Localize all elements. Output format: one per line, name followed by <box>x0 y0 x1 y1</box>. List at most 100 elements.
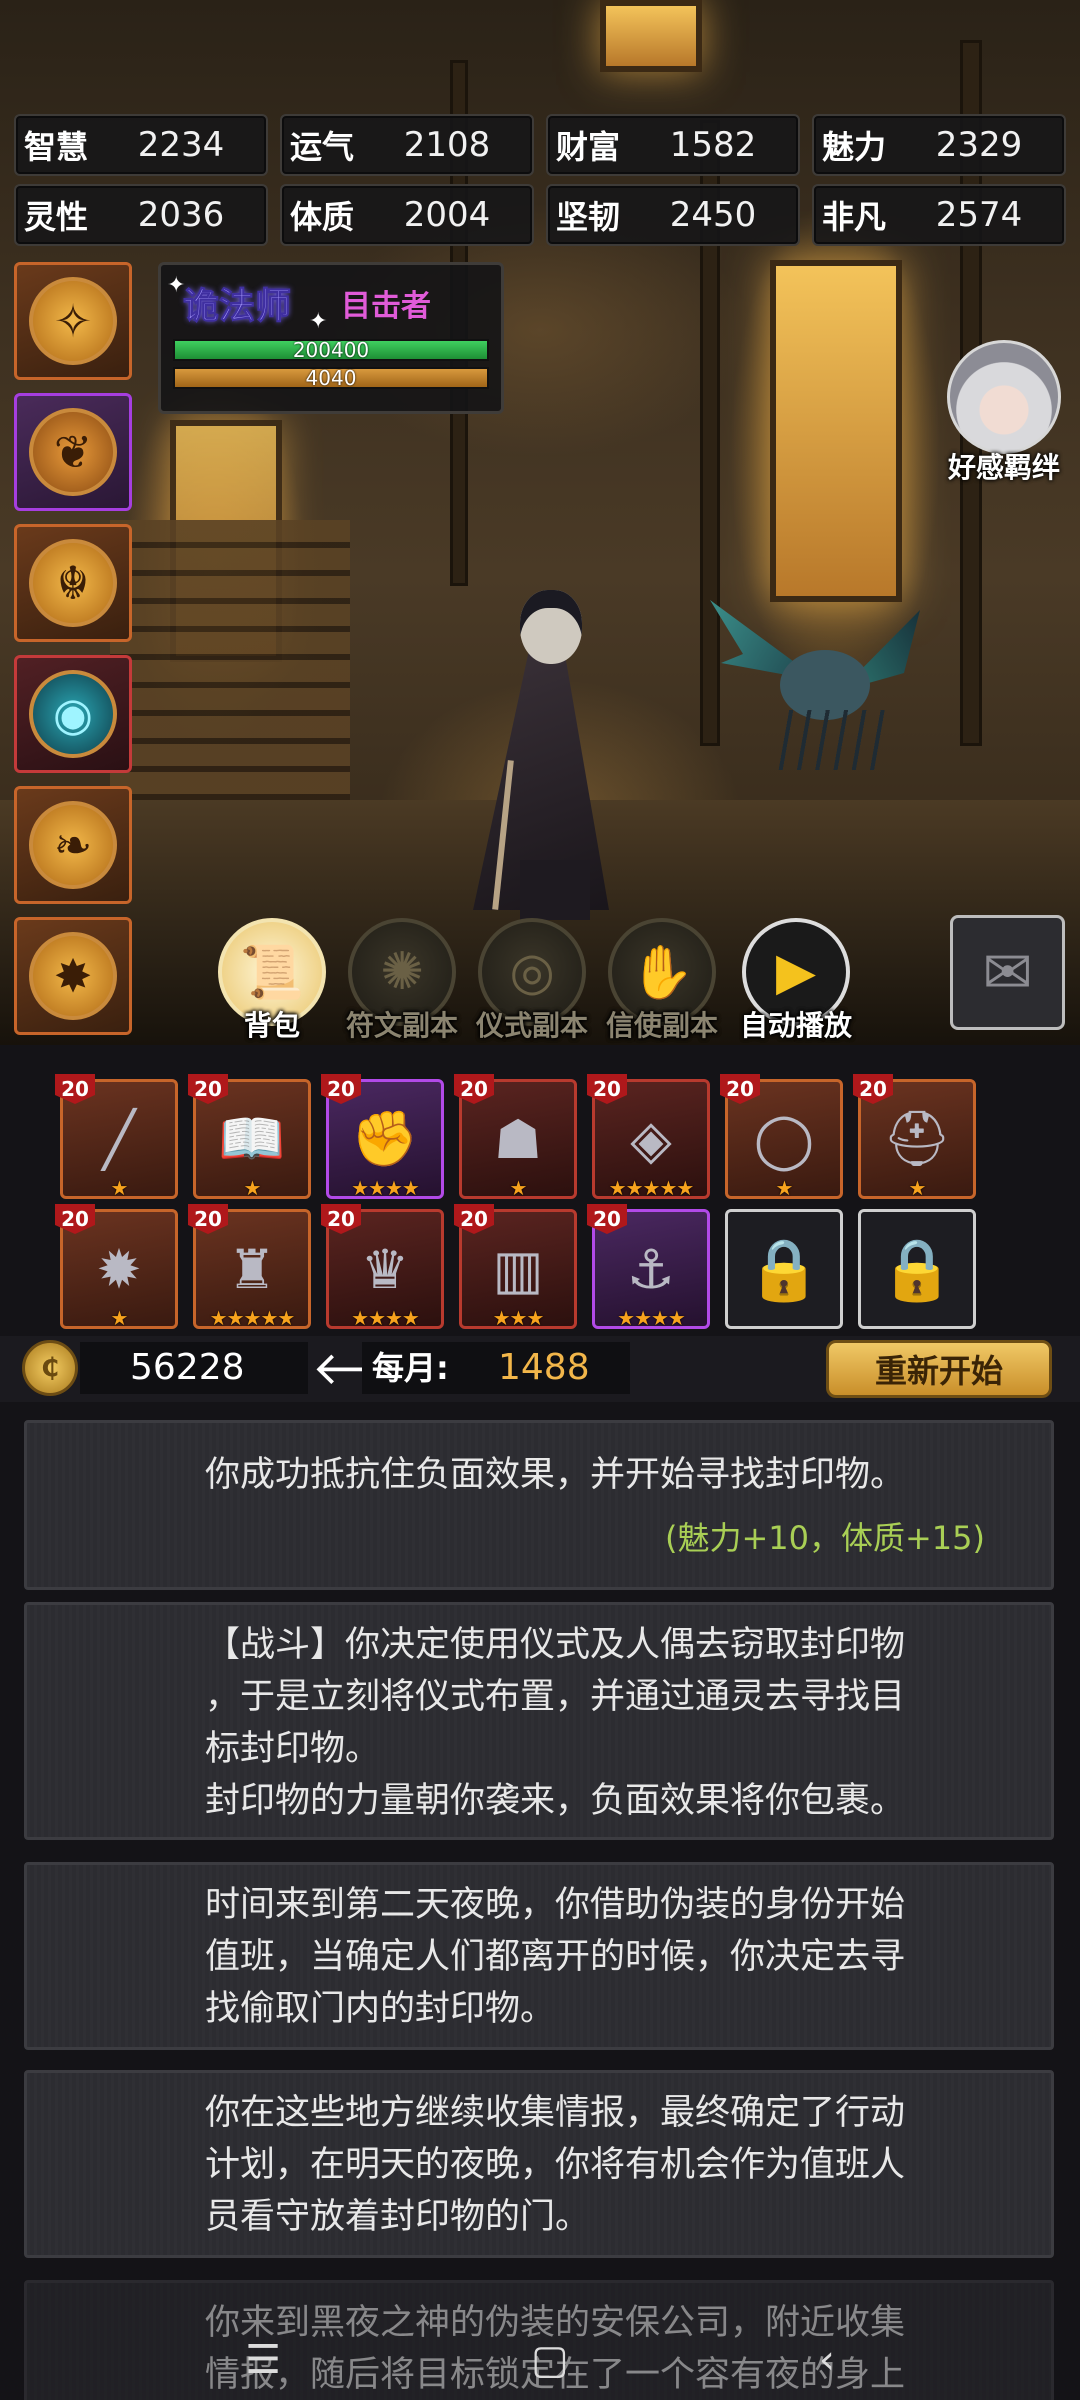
monthly-income: 每月: 1488 <box>362 1342 630 1394</box>
skill-slot[interactable]: ◉ <box>14 655 132 773</box>
helmet-icon: ⛑ <box>882 1107 952 1170</box>
lock-icon: 🔒 <box>746 1234 822 1305</box>
mask-icon: ☗ <box>493 1107 543 1171</box>
action-button[interactable]: 📜 背包 <box>212 918 332 1044</box>
staff-icon: ╱ <box>102 1107 136 1171</box>
inventory-slot[interactable]: ⚓ 20 ★★★★ <box>587 1204 710 1330</box>
item-stars: ★★★★ <box>351 1176 420 1200</box>
stat-value: 2329 <box>935 125 1023 165</box>
stat-box: 运气 2108 <box>280 114 534 176</box>
inventory-slot[interactable]: ☗ 20 ★ <box>454 1074 577 1200</box>
event-log[interactable]: 你成功抵抗住负面效果，并开始寻找封印物。 (魅力+10，体质+15) 【战斗】你决定… <box>0 1402 1080 2400</box>
log-entry: 时间来到第二天夜晚，你借助伪装的身份开始 值班，当确定人们都离开的时候，你决定去… <box>24 1862 1054 2050</box>
affinity-button[interactable]: 好感羁绊 <box>944 340 1064 486</box>
rune-plate-icon: ◈ <box>630 1107 672 1171</box>
log-text: 【战斗】你决定使用仪式及人偶去窃取封印物 ，于是立刻将仪式布置，并通过通灵去寻找… <box>205 1625 906 1821</box>
inventory-slot[interactable]: 📖 20 ★ <box>188 1074 311 1200</box>
item-stars: ★★★ <box>492 1306 545 1330</box>
action-button[interactable]: ✺ 符文副本 <box>342 918 462 1044</box>
stat-label: 灵性 <box>23 198 88 236</box>
book-icon: 📖 <box>218 1107 286 1170</box>
tree-icon: ❦ <box>29 408 117 496</box>
action-label: 仪式副本 <box>475 1009 588 1042</box>
inventory-slot[interactable]: ♜ 20 ★★★★★ <box>188 1204 311 1330</box>
inventory-slot[interactable]: 🔒 <box>858 1209 976 1329</box>
golem-icon: ♜ <box>227 1237 277 1301</box>
stat-value: 1582 <box>669 125 757 165</box>
item-level-badge: 20 <box>55 1074 95 1104</box>
stat-box: 非凡 2574 <box>812 184 1066 246</box>
item-stars: ★ <box>908 1176 927 1200</box>
tome-icon: ▥ <box>492 1237 544 1301</box>
item-level-badge: 20 <box>188 1204 228 1234</box>
stat-label: 体质 <box>289 198 354 236</box>
stat-label: 魅力 <box>821 128 886 166</box>
gauntlet-icon: ✊ <box>351 1107 419 1170</box>
stat-label: 智慧 <box>23 128 88 166</box>
inventory-slot[interactable]: ▥ 20 ★★★ <box>454 1204 577 1330</box>
item-level-badge: 20 <box>853 1074 893 1104</box>
stat-label: 运气 <box>289 128 354 166</box>
star-rose-icon: ✸ <box>29 932 117 1020</box>
inventory-grid: ╱ 20 ★ 📖 20 ★ ✊ 20 ★★★★ ☗ 20 ★ ◈ 20 ★★★★★ ◯ 20 ★ ⛑ 20 ★ ✹ 20 ★ ♜… <box>0 1045 1080 1335</box>
action-label: 背包 <box>243 1009 300 1042</box>
skill-slot[interactable]: ✧ <box>14 262 132 380</box>
skill-slot[interactable]: ❧ <box>14 786 132 904</box>
stat-label: 财富 <box>555 128 620 166</box>
action-label: 自动播放 <box>739 1009 852 1042</box>
stat-box: 体质 2004 <box>280 184 534 246</box>
log-text: 你成功抵抗住负面效果，并开始寻找封印物。 <box>205 1455 906 1495</box>
stat-box: 坚韧 2450 <box>546 184 800 246</box>
item-stars: ★ <box>775 1176 794 1200</box>
hook-icon: ⚓ <box>626 1237 676 1301</box>
job-name: 诡法师 <box>182 285 292 328</box>
inventory-slot[interactable]: 🔒 <box>725 1209 843 1329</box>
action-label: 符文副本 <box>345 1009 458 1042</box>
inventory-slot[interactable]: ♛ 20 ★★★★ <box>321 1204 444 1330</box>
item-level-badge: 20 <box>321 1204 361 1234</box>
gold-amount: 56228 <box>80 1342 308 1394</box>
stat-box: 灵性 2036 <box>14 184 268 246</box>
item-stars: ★ <box>243 1176 262 1200</box>
item-stars: ★★★★★ <box>209 1306 296 1330</box>
inventory-slot[interactable]: ✹ 20 ★ <box>55 1204 178 1330</box>
action-button[interactable]: ◎ 仪式副本 <box>472 918 592 1044</box>
item-stars: ★ <box>110 1176 129 1200</box>
window-light <box>600 0 702 72</box>
mail-button[interactable]: ✉ <box>950 915 1065 1030</box>
skill-slot[interactable]: ☬ <box>14 524 132 642</box>
item-level-badge: 20 <box>454 1204 494 1234</box>
action-button[interactable]: ✋ 信使副本 <box>602 918 722 1044</box>
inventory-slot[interactable]: ╱ 20 ★ <box>55 1074 178 1200</box>
log-entry: 【战斗】你决定使用仪式及人偶去窃取封印物 ，于是立刻将仪式布置，并通过通灵去寻找… <box>24 1602 1054 1840</box>
skill-slot[interactable]: ✸ <box>14 917 132 1035</box>
hp-bar: 200400 <box>173 339 489 361</box>
character-info-panel: ✦ 诡法师 ✦ 目击者 200400 4040 <box>158 262 504 414</box>
lock-icon: 🔒 <box>879 1234 955 1305</box>
action-button[interactable]: ▶ 自动播放 <box>736 918 856 1044</box>
lantern-card-icon: ✹ <box>96 1237 142 1301</box>
menu-icon[interactable]: ☰ <box>245 2337 281 2383</box>
compass-icon: ✧ <box>29 277 117 365</box>
envelope-icon: ✉ <box>982 937 1033 1008</box>
crown-icon: ♛ <box>360 1237 410 1301</box>
inventory-slot[interactable]: ⛑ 20 ★ <box>853 1074 976 1200</box>
item-stars: ★ <box>110 1306 129 1330</box>
item-level-badge: 20 <box>587 1204 627 1234</box>
restart-button[interactable]: 重新开始 <box>826 1340 1052 1398</box>
monthly-label: 每月: <box>372 1349 449 1387</box>
item-stars: ★★★★ <box>351 1306 420 1330</box>
back-icon[interactable]: ‹ <box>819 2337 835 2383</box>
item-level-badge: 20 <box>587 1074 627 1104</box>
window-light <box>770 260 902 602</box>
staircase <box>110 520 350 820</box>
inventory-slot[interactable]: ✊ 20 ★★★★ <box>321 1074 444 1200</box>
item-level-badge: 20 <box>55 1204 95 1234</box>
inventory-slot[interactable]: ◯ 20 ★ <box>720 1074 843 1200</box>
stat-value: 2450 <box>669 195 757 235</box>
skill-slot[interactable]: ❦ <box>14 393 132 511</box>
home-icon[interactable]: ▢ <box>531 2337 569 2383</box>
item-level-badge: 20 <box>454 1074 494 1104</box>
inventory-slot[interactable]: ◈ 20 ★★★★★ <box>587 1074 710 1200</box>
log-entry: 你在这些地方继续收集情报，最终确定了行动 计划，在明天的夜晚，你将有机会作为值班… <box>24 2070 1054 2258</box>
